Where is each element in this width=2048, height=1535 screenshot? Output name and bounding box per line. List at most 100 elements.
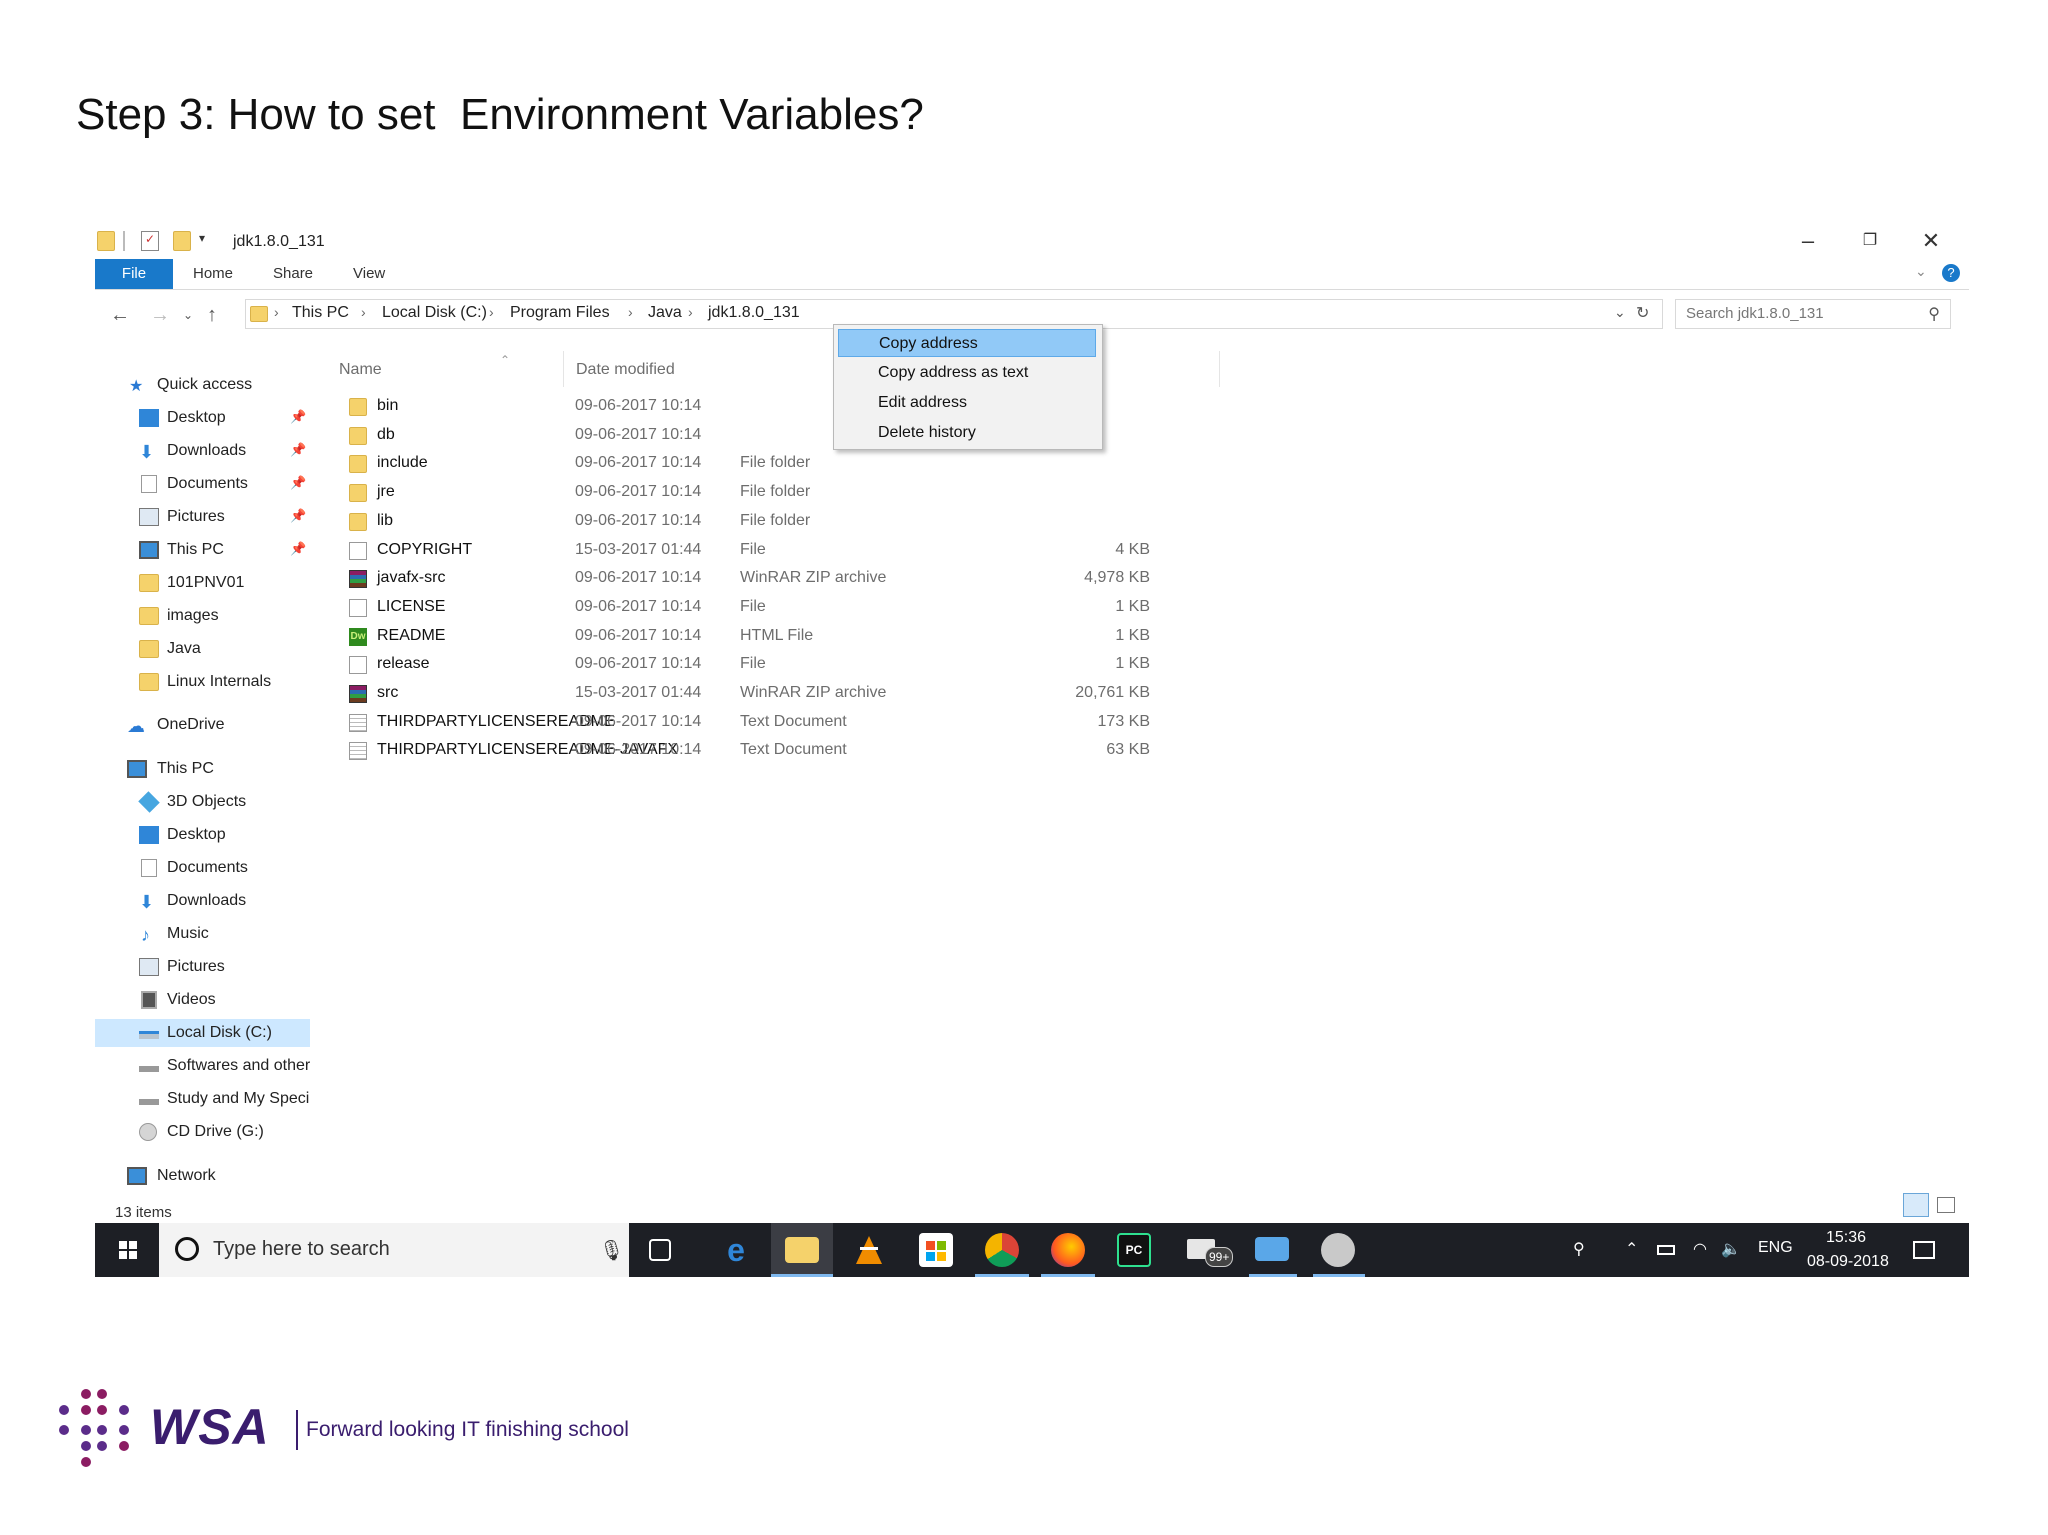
nav-linux-internals[interactable]: Linux Internals <box>95 668 310 696</box>
start-button[interactable] <box>95 1223 159 1277</box>
file-size: 4,978 KB <box>1084 569 1150 587</box>
file-type: WinRAR ZIP archive <box>740 684 887 701</box>
close-icon[interactable]: ✕ <box>1903 223 1959 259</box>
file-type: WinRAR ZIP archive <box>740 569 887 587</box>
ribbon-tabs: File Home Share View ⌄ ? <box>95 259 1969 290</box>
cloud-icon: ☁ <box>127 716 145 736</box>
nav-desktop[interactable]: Desktop 📌 <box>95 404 310 432</box>
file-explorer-icon[interactable] <box>785 1237 819 1263</box>
search-input[interactable]: Search jdk1.8.0_131 ⚲ <box>1675 299 1951 329</box>
column-header-date[interactable]: Date modified <box>576 361 675 379</box>
file-row[interactable]: include 09-06-2017 10:14 File folder <box>335 450 1215 478</box>
nav-study-drive[interactable]: Study and My Speci <box>95 1085 310 1113</box>
file-row[interactable]: src 15-03-2017 01:44 WinRAR ZIP archive 20,… <box>335 680 1215 708</box>
nav-3d-objects[interactable]: 3D Objects <box>95 788 310 816</box>
clock-date[interactable]: 08-09-2018 <box>1807 1253 1889 1271</box>
vlc-icon[interactable] <box>852 1233 886 1267</box>
nav-local-disk[interactable]: Local Disk (C:) <box>95 1019 310 1047</box>
file-row[interactable]: LICENSE 09-06-2017 10:14 File 1 KB <box>335 594 1215 622</box>
breadcrumb-this-pc[interactable]: This PC <box>292 304 349 322</box>
menu-copy-address[interactable]: Copy address <box>838 329 1096 357</box>
file-row[interactable]: release 09-06-2017 10:14 File 1 KB <box>335 651 1215 679</box>
properties-icon[interactable]: ✓ <box>141 231 159 251</box>
nav-pc-documents[interactable]: Documents <box>95 854 310 882</box>
new-folder-icon[interactable] <box>173 231 191 251</box>
battery-icon[interactable] <box>1657 1245 1675 1255</box>
paint-icon[interactable] <box>1321 1233 1355 1267</box>
nav-videos[interactable]: Videos <box>95 986 310 1014</box>
chrome-icon[interactable] <box>985 1233 1019 1267</box>
refresh-icon[interactable]: ↻ <box>1636 303 1649 323</box>
clock-time[interactable]: 15:36 <box>1826 1229 1866 1247</box>
breadcrumb-program-files[interactable]: Program Files <box>510 304 610 322</box>
volume-icon[interactable]: 🔈 <box>1721 1239 1741 1259</box>
tab-file[interactable]: File <box>95 259 173 289</box>
column-divider[interactable] <box>563 351 564 387</box>
restore-icon[interactable]: ❐ <box>1842 223 1898 259</box>
firefox-icon[interactable] <box>1051 1233 1085 1267</box>
file-row[interactable]: Dw README 09-06-2017 10:14 HTML File 1 KB <box>335 623 1215 651</box>
nav-documents[interactable]: Documents 📌 <box>95 470 310 498</box>
taskbar-search-box[interactable]: Type here to search 🎙 <box>159 1223 629 1277</box>
forward-icon[interactable]: → <box>145 297 175 333</box>
mail-app-icon[interactable]: 99+ <box>1187 1233 1234 1267</box>
minimize-icon[interactable]: – <box>1780 223 1836 259</box>
tab-share[interactable]: Share <box>259 259 327 289</box>
file-row[interactable]: THIRDPARTYLICENSEREADME 09-06-2017 10:14 T… <box>335 709 1215 737</box>
edge-icon[interactable]: e <box>719 1233 753 1267</box>
menu-delete-history[interactable]: Delete history <box>838 419 1096 447</box>
file-row[interactable]: lib 09-06-2017 10:14 File folder <box>335 508 1215 536</box>
nav-onedrive[interactable]: ☁ OneDrive <box>95 711 310 739</box>
nav-this-pc[interactable]: This PC <box>95 755 310 783</box>
nav-pc-pictures[interactable]: Pictures <box>95 953 310 981</box>
back-icon[interactable]: ← <box>105 297 135 333</box>
tab-home[interactable]: Home <box>179 259 247 289</box>
menu-edit-address[interactable]: Edit address <box>838 389 1096 417</box>
file-row[interactable]: jre 09-06-2017 10:14 File folder <box>335 479 1215 507</box>
nav-quick-access[interactable]: ★ Quick access <box>95 371 310 399</box>
language-indicator[interactable]: ENG <box>1758 1239 1793 1257</box>
menu-copy-address-as-text[interactable]: Copy address as text <box>838 359 1096 387</box>
nav-101pnv01[interactable]: 101PNV01 <box>95 569 310 597</box>
nav-java[interactable]: Java <box>95 635 310 663</box>
breadcrumb-jdk[interactable]: jdk1.8.0_131 <box>708 304 800 322</box>
nav-pc-desktop[interactable]: Desktop <box>95 821 310 849</box>
nav-cd-drive[interactable]: CD Drive (G:) <box>95 1118 310 1146</box>
nav-music[interactable]: ♪ Music <box>95 920 310 948</box>
nav-pictures[interactable]: Pictures 📌 <box>95 503 310 531</box>
column-header-name[interactable]: Name <box>339 361 382 379</box>
column-divider[interactable] <box>1219 351 1220 387</box>
tab-view[interactable]: View <box>339 259 399 289</box>
show-hidden-icons-icon[interactable]: ⌃ <box>1625 1239 1638 1259</box>
wifi-icon[interactable]: ◠ <box>1693 1239 1707 1259</box>
file-row[interactable]: THIRDPARTYLICENSEREADME-JAVAFX 09-06-2017… <box>335 737 1215 765</box>
task-view-icon[interactable] <box>649 1239 671 1261</box>
file-row[interactable]: COPYRIGHT 15-03-2017 01:44 File 4 KB <box>335 537 1215 565</box>
large-icons-view-icon[interactable] <box>1937 1197 1955 1213</box>
address-dropdown-icon[interactable]: ⌄ <box>1614 304 1626 321</box>
nav-softwares-drive[interactable]: Softwares and other <box>95 1052 310 1080</box>
pycharm-icon[interactable]: PC <box>1117 1233 1151 1267</box>
breadcrumb-local-disk[interactable]: Local Disk (C:) <box>382 304 487 322</box>
item-count: 13 items <box>115 1204 172 1221</box>
computer-icon <box>127 760 147 778</box>
microphone-icon[interactable]: 🎙 <box>599 1238 624 1263</box>
file-row[interactable]: javafx-src 09-06-2017 10:14 WinRAR ZIP arc… <box>335 565 1215 593</box>
nav-images[interactable]: images <box>95 602 310 630</box>
breadcrumb-java[interactable]: Java <box>648 304 682 322</box>
nav-network[interactable]: Network <box>95 1162 310 1190</box>
up-icon[interactable]: ↑ <box>197 297 227 333</box>
help-icon[interactable]: ? <box>1942 264 1960 282</box>
people-icon[interactable]: ⚲ <box>1573 1239 1585 1259</box>
store-icon[interactable] <box>919 1233 953 1267</box>
nav-downloads[interactable]: ⬇ Downloads 📌 <box>95 437 310 465</box>
expand-ribbon-icon[interactable]: ⌄ <box>1915 263 1927 280</box>
pictures-icon <box>139 958 159 976</box>
customize-qat-icon[interactable]: ▾ <box>199 231 217 251</box>
remote-desktop-icon[interactable] <box>1255 1237 1289 1261</box>
folder-icon <box>349 484 367 503</box>
nav-this-pc-quick[interactable]: This PC 📌 <box>95 536 310 564</box>
action-center-icon[interactable] <box>1913 1241 1935 1259</box>
details-view-icon[interactable] <box>1903 1193 1929 1217</box>
nav-pc-downloads[interactable]: ⬇ Downloads <box>95 887 310 915</box>
